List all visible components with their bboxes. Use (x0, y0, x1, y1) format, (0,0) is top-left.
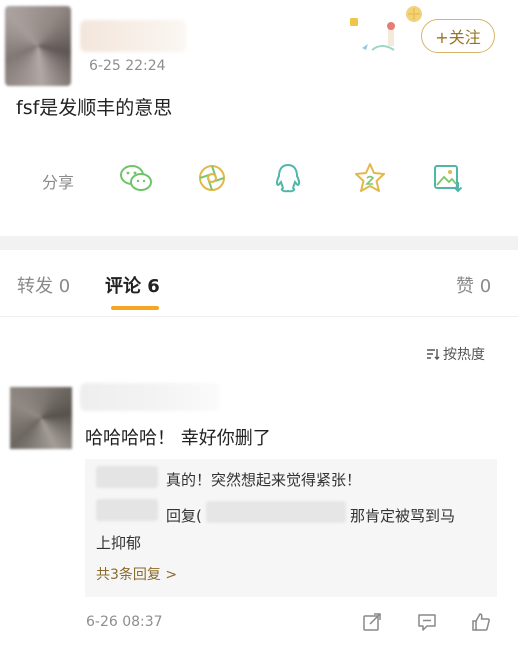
post-author-avatar[interactable] (5, 6, 71, 86)
favorite-star-icon[interactable] (350, 158, 390, 198)
tab-repost[interactable]: 转发 0 (17, 272, 70, 298)
reply-author-blurred[interactable] (96, 466, 158, 488)
share-comment-icon[interactable] (361, 611, 383, 633)
commenter-avatar[interactable] (10, 387, 72, 449)
comment-text: 哈哈哈哈！ 幸好你删了 (85, 428, 271, 449)
post-author-name-blurred[interactable] (80, 20, 186, 52)
share-label: 分享 (42, 173, 75, 192)
comment-timestamp: 6-26 08:37 (86, 614, 163, 630)
section-divider (0, 236, 518, 250)
save-image-icon[interactable] (427, 158, 467, 198)
wechat-icon[interactable] (116, 158, 156, 198)
commenter-name-blurred[interactable] (80, 383, 220, 411)
reply-text-continued: 上抑郁 (96, 534, 142, 552)
more-replies-link[interactable]: 共3条回复 > (96, 564, 177, 584)
sort-label: 按热度 (443, 347, 485, 363)
tab-comments[interactable]: 评论 6 (105, 272, 160, 298)
reply-text: 那肯定被骂到马 (350, 507, 456, 525)
reply-author-blurred[interactable] (96, 499, 158, 521)
sort-by-hot-button[interactable]: 按热度 (425, 344, 485, 364)
post-content: fsf是发顺丰的意思 (16, 97, 173, 119)
decoration-illustration (350, 6, 422, 51)
post-timestamp: 6-25 22:24 (89, 58, 166, 74)
tab-likes[interactable]: 赞 0 (456, 272, 491, 298)
active-tab-indicator (111, 306, 159, 310)
like-comment-icon[interactable] (470, 611, 492, 633)
sort-icon (427, 349, 440, 360)
moments-icon[interactable] (192, 158, 232, 198)
qq-icon[interactable] (268, 158, 308, 198)
reply-text: 真的！突然想起来觉得紧张！ (166, 471, 362, 489)
follow-button[interactable]: +关注 (421, 19, 495, 53)
reply-prefix: 回复( (166, 507, 202, 525)
reply-target-blurred (206, 501, 346, 523)
reply-comment-icon[interactable] (416, 611, 438, 633)
tab-divider (0, 316, 518, 317)
